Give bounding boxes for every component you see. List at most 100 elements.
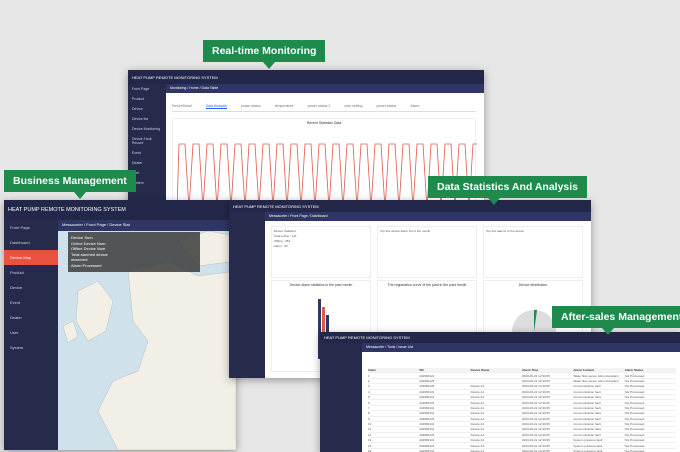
table-cell: 222983131: [419, 395, 435, 400]
tab[interactable]: user setting: [344, 104, 362, 109]
sidebar-item[interactable]: User: [4, 325, 58, 340]
sidebar-item[interactable]: Front Page: [128, 84, 166, 94]
sidebar-item[interactable]: Device list: [128, 114, 166, 124]
table-cell: 222983131: [419, 389, 435, 394]
table-cell: Not Processed: [624, 389, 645, 394]
table-cell: 222983131: [419, 405, 435, 410]
table-cell: 2023-06-21 12:30:05: [521, 432, 550, 437]
tab[interactable]: power status: [241, 104, 261, 109]
tab[interactable]: power status 2: [308, 104, 331, 109]
sidebar-item[interactable]: Product: [4, 265, 58, 280]
chart-title: Recent Statistics Data: [306, 121, 342, 125]
column-header: SN: [419, 368, 424, 373]
table-cell: 222983121: [419, 373, 435, 378]
table-cell: Communication fault: [573, 389, 601, 394]
sidebar-item[interactable]: Device: [128, 104, 166, 114]
sidebar-item[interactable]: Event: [4, 295, 58, 310]
device-stats-popup: Device Sum Online Device Num Offline Devic…: [68, 232, 200, 272]
column-header: Index: [368, 368, 376, 373]
table-cell: 2023-06-21 12:30:05: [521, 400, 550, 405]
table-cell: Not Processed: [624, 438, 645, 443]
sidebar-item[interactable]: Dashboard: [4, 235, 58, 250]
table-cell: Communication fault: [573, 400, 601, 405]
table-cell: 222983131: [419, 400, 435, 405]
tab-bar: DeviceDetail Data Analysis power status tem…: [172, 104, 476, 112]
table-cell: Device A1: [470, 389, 485, 394]
business-management-tag: Business Management: [4, 170, 136, 199]
alarm-table: Index SN Device Name Alarm Time Alarm Conten…: [368, 368, 676, 452]
app-title: HEAT PUMP REMOTE MONITORING SYSTEM: [132, 74, 218, 80]
sidebar-item[interactable]: Device Monitoring: [128, 124, 166, 134]
table-cell: System pressure fault: [573, 438, 603, 443]
table-cell: Device A1: [470, 384, 485, 389]
table-cell: 2023-06-21 12:30:05: [521, 443, 550, 448]
card-title: Top five alarms of the device: [486, 229, 525, 233]
tab[interactable]: temperature: [275, 104, 294, 109]
table-cell: Communication fault: [573, 405, 601, 410]
device-statistics-card: Device Statistics Total online : 121 Off…: [271, 226, 371, 278]
sidebar-item[interactable]: Front Page: [4, 220, 58, 235]
table-cell: 4: [368, 389, 370, 394]
sidebar-item[interactable]: Device Fault Record: [128, 134, 166, 148]
sidebar-item[interactable]: System: [4, 340, 58, 355]
table-cell: Communication fault: [573, 411, 601, 416]
table-cell: 222983131: [419, 427, 435, 432]
breadcrumb: Messaunter / Front Page / Device Stat: [58, 220, 236, 231]
sidebar: [320, 343, 362, 452]
column-header: Alarm Time: [521, 368, 539, 373]
table-cell: 9: [368, 416, 370, 421]
card-title: Top five device alarm list of the month: [380, 229, 431, 233]
table-cell: 222983131: [419, 432, 435, 437]
table-cell: 11: [368, 427, 372, 432]
app-title: HEAT PUMP REMOTE MONITORING SYSTEM: [8, 207, 126, 213]
business-management-window: HEAT PUMP REMOTE MONITORING SYSTEM Front…: [4, 200, 236, 450]
breadcrumb: Messaunter / Front Page / Dashboard: [265, 212, 591, 221]
sidebar: Front Page Dashboard Device Map Product Devi…: [4, 220, 58, 450]
table-cell: 6: [368, 400, 370, 405]
column-header: Device Name: [470, 368, 490, 373]
table-cell: Device A1: [470, 405, 485, 410]
table-cell: Device A1: [470, 438, 485, 443]
tab[interactable]: Data Analysis: [205, 104, 227, 109]
table-cell: Not Processed: [624, 422, 645, 427]
app-header: HEAT PUMP REMOTE MONITORING SYSTEM: [320, 332, 680, 343]
sidebar-item[interactable]: Product: [128, 94, 166, 104]
after-sales-tag: After-sales Management: [552, 306, 680, 335]
table-cell: 2023-06-21 12:30:05: [521, 427, 550, 432]
column-header: Alarm Status: [624, 368, 644, 373]
table-cell: Communication fault: [573, 427, 601, 432]
table-cell: Communication fault: [573, 422, 601, 427]
top-alarm-list-card: Top five device alarm list of the month: [377, 226, 477, 278]
table-cell: 10: [368, 422, 372, 427]
table-cell: Not Processed: [624, 432, 645, 437]
sidebar-item[interactable]: Device: [4, 280, 58, 295]
table-cell: 222983131: [419, 422, 435, 427]
app-title: HEAT PUMP REMOTE MONITORING SYSTEM: [324, 335, 410, 340]
sidebar-item[interactable]: Event: [128, 148, 166, 158]
table-cell: Not Processed: [624, 378, 645, 383]
table-cell: 222983131: [419, 438, 435, 443]
table-cell: 2023-06-21 12:30:05: [521, 405, 550, 410]
app-title: HEAT PUMP REMOTE MONITORING SYSTEM: [233, 203, 319, 209]
table-cell: 222983125: [419, 384, 435, 389]
sidebar-item[interactable]: Dealer: [128, 158, 166, 168]
table-cell: 5: [368, 395, 370, 400]
table-cell: Device A1: [470, 432, 485, 437]
table-cell: Not Processed: [624, 411, 645, 416]
sidebar-item[interactable]: Dealer: [4, 310, 58, 325]
sidebar-item[interactable]: Device Map: [4, 250, 58, 265]
realtime-monitoring-tag: Real-time Monitoring: [203, 40, 326, 69]
tab[interactable]: Alarm: [410, 104, 419, 109]
table-cell: Water flow sensor abnormal alarm: [573, 373, 619, 378]
table-cell: Device A1: [470, 422, 485, 427]
tab[interactable]: DeviceDetail: [172, 104, 192, 109]
table-cell: Communication fault: [573, 395, 601, 400]
sidebar: [229, 212, 265, 378]
table-cell: 8: [368, 411, 370, 416]
table-cell: 7: [368, 405, 370, 410]
tab[interactable]: power status: [376, 104, 396, 109]
table-cell: Not Processed: [624, 416, 645, 421]
table-cell: Device A1: [470, 416, 485, 421]
top-alarm-device-card: Top five alarms of the device: [483, 226, 583, 278]
breadcrumb: Messaunter / Tools / Issue List: [362, 343, 680, 352]
